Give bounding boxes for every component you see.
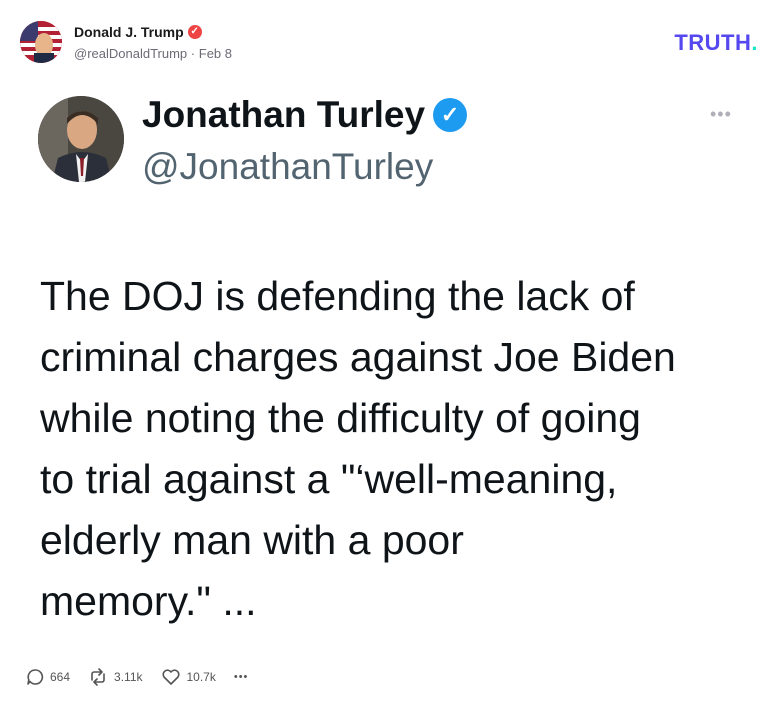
retruth-button[interactable]: 3.11k <box>88 668 143 686</box>
post-date[interactable]: Feb 8 <box>199 46 232 61</box>
retruth-count: 3.11k <box>114 670 143 684</box>
reply-button[interactable]: 664 <box>26 668 70 686</box>
reply-icon <box>27 669 44 685</box>
quoted-text-line: while noting the difficulty of going <box>40 395 641 441</box>
verified-badge-icon: ✓ <box>187 25 202 39</box>
quoted-author-avatar <box>38 96 124 182</box>
author-avatar[interactable] <box>20 21 62 63</box>
quoted-post-text: The DOJ is defending the lack of crimina… <box>40 266 740 632</box>
quoted-text-line: to trial against a "‘well-meaning, <box>40 456 618 502</box>
retruth-icon <box>91 668 105 686</box>
quoted-more-icon: ••• <box>710 104 732 124</box>
brand-dot: . <box>751 30 758 55</box>
quoted-text-line: elderly man with a poor <box>40 517 464 563</box>
verified-check-icon: ✓ <box>433 98 468 132</box>
like-button[interactable]: 10.7k <box>161 668 216 686</box>
quoted-author-name-row: Jonathan Turley ✓ <box>142 94 468 136</box>
brand-text: TRUTH <box>674 30 752 55</box>
author-handle[interactable]: @realDonaldTrump <box>74 46 187 61</box>
author-name-row[interactable]: Donald J. Trump ✓ <box>74 24 202 40</box>
author-name[interactable]: Donald J. Trump <box>74 24 184 40</box>
post-header: Donald J. Trump ✓ @realDonaldTrump · Feb… <box>20 18 760 68</box>
quoted-text-line: memory." ... <box>40 578 257 624</box>
more-icon: ••• <box>233 671 249 683</box>
reply-count: 664 <box>50 670 71 684</box>
author-meta: @realDonaldTrump · Feb 8 <box>74 46 232 61</box>
post-actions: 664 3.11k 10.7k ••• <box>26 668 266 686</box>
quoted-text-line: The DOJ is defending the lack of <box>40 273 635 319</box>
like-icon <box>161 669 180 685</box>
quoted-author-name: Jonathan Turley <box>142 94 426 135</box>
meta-separator: · <box>190 46 196 61</box>
quoted-text-line: criminal charges against Joe Biden <box>40 334 676 380</box>
truth-social-logo: TRUTH. <box>674 30 758 56</box>
quoted-author-handle: @JonathanTurley <box>142 146 434 187</box>
like-count: 10.7k <box>186 670 216 684</box>
more-button[interactable]: ••• <box>234 671 249 683</box>
